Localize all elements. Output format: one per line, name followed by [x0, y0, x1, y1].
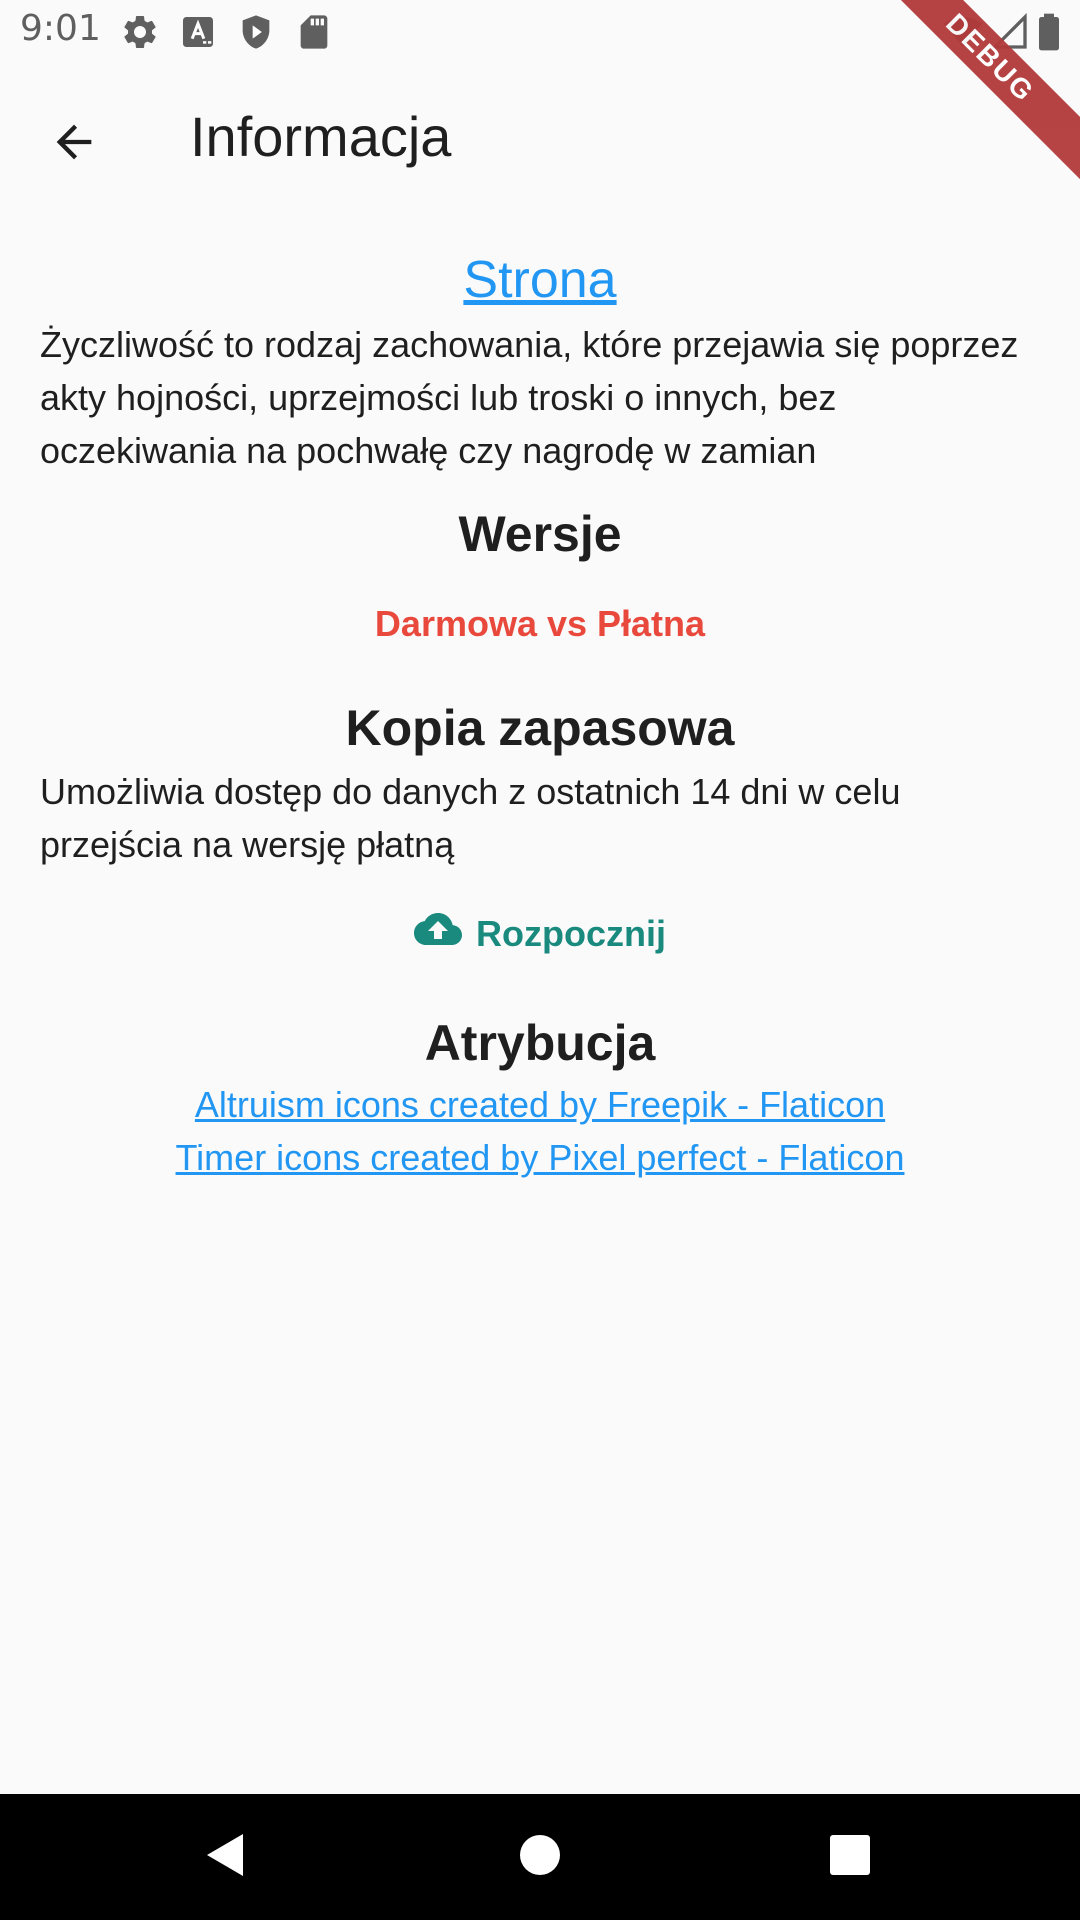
home-circle-icon [518, 1833, 562, 1882]
attribution-link-timer[interactable]: Timer icons created by Pixel perfect - F… [40, 1131, 1040, 1184]
page-title: Informacja [190, 105, 452, 168]
app-bar: Informacja [0, 64, 1080, 208]
recents-square-icon [829, 1834, 871, 1881]
status-time: 9:01 [20, 8, 101, 49]
nav-home-button[interactable] [507, 1824, 573, 1890]
back-triangle-icon [201, 1830, 247, 1885]
gear-icon [120, 12, 160, 52]
info-content: Strona Życzliwość to rodzaj zachowania, … [40, 250, 1040, 1184]
arrow-back-icon [48, 116, 100, 173]
attribution-heading: Atrybucja [424, 1015, 656, 1071]
keyboard-a-icon [178, 12, 218, 52]
shield-play-icon [236, 12, 276, 52]
app-description: Życzliwość to rodzaj zachowania, które p… [40, 324, 1019, 471]
cloud-upload-icon [414, 905, 462, 962]
nav-back-button[interactable] [191, 1824, 257, 1890]
versions-compare-link[interactable]: Darmowa vs Płatna [40, 603, 1040, 645]
backup-description: Umożliwia dostęp do danych z ostatnich 1… [40, 771, 901, 865]
attribution-link-altruism[interactable]: Altruism icons created by Freepik - Flat… [40, 1078, 1040, 1131]
battery-icon [1036, 12, 1062, 52]
site-link-row: Strona [40, 250, 1040, 310]
backup-start-label: Rozpocznij [476, 912, 666, 954]
backup-heading: Kopia zapasowa [345, 700, 735, 756]
nav-recents-button[interactable] [817, 1824, 883, 1890]
backup-start-button[interactable]: Rozpocznij [40, 905, 1040, 962]
sd-card-icon [294, 12, 334, 52]
site-link[interactable]: Strona [40, 250, 1040, 310]
back-button[interactable] [36, 106, 112, 182]
versions-heading: Wersje [458, 506, 622, 562]
system-nav-bar [0, 1794, 1080, 1920]
